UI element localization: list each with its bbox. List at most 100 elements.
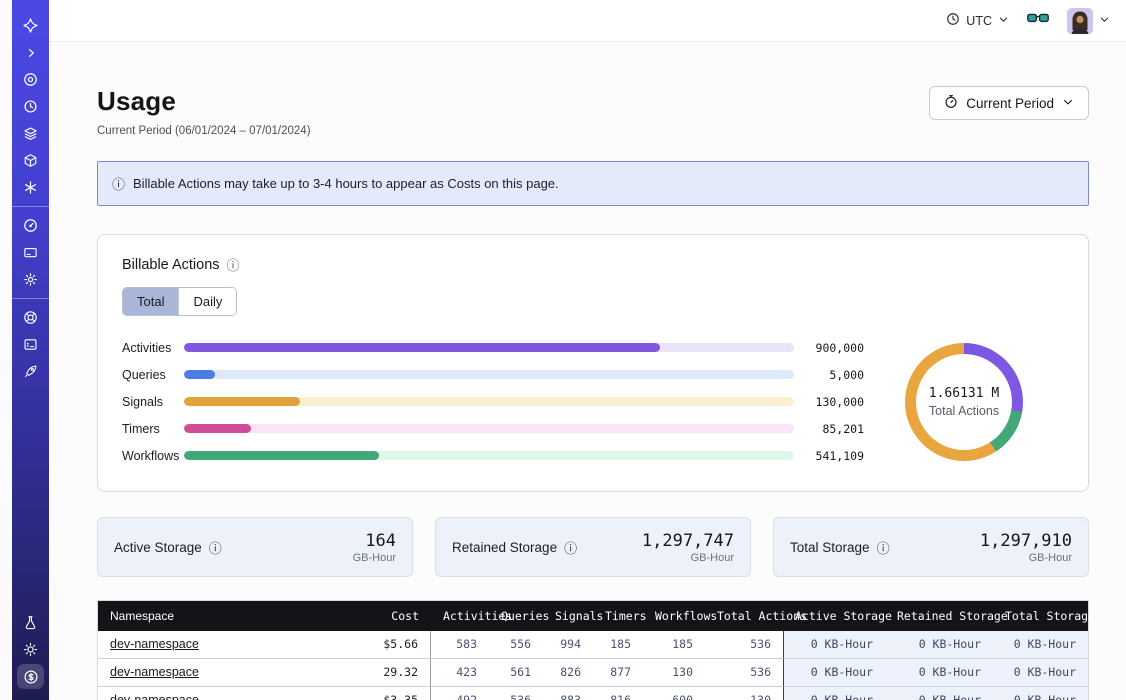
storage-card-label: Total Storage (790, 540, 870, 555)
workflows-cell: 600 (643, 687, 705, 700)
user-menu[interactable] (1067, 8, 1110, 34)
bar-row: Queries 5,000 (122, 361, 864, 388)
bar-row: Activities 900,000 (122, 334, 864, 361)
topbar: UTC (49, 0, 1126, 42)
total-storage-cell: 0 KB-Hour (993, 687, 1088, 700)
total-actions-cell: 130 (705, 687, 783, 700)
bar-label: Workflows (122, 449, 184, 463)
bar-track (184, 370, 794, 379)
bar-value: 85,201 (794, 422, 864, 436)
chevron-down-icon (998, 14, 1009, 28)
col-queries: Queries (489, 601, 543, 631)
storage-summary-row: Active Storageⓘ 164GB-Hour Retained Stor… (97, 517, 1089, 577)
col-workflows: Workflows (643, 601, 705, 631)
chevron-down-icon (1099, 12, 1110, 30)
schedules-icon[interactable] (12, 93, 49, 120)
storage-card-unit: GB-Hour (642, 552, 734, 564)
info-icon[interactable]: ⓘ (227, 255, 240, 274)
total-storage-cell: 0 KB-Hour (993, 659, 1088, 687)
active-storage-cell: 0 KB-Hour (783, 687, 885, 700)
avatar (1067, 8, 1093, 34)
info-icon[interactable]: ⓘ (209, 538, 222, 557)
usage-gauge-icon[interactable] (12, 212, 49, 239)
storage-card-unit: GB-Hour (980, 552, 1072, 564)
namespace-usage-table: Namespace Cost Activities Queries Signal… (97, 600, 1089, 700)
timezone-label: UTC (966, 14, 992, 28)
info-banner: ⓘ Billable Actions may take up to 3-4 ho… (97, 161, 1089, 206)
stopwatch-icon (944, 94, 958, 112)
table-row: dev-namespace 29.32 423 561 826 877 130 … (98, 659, 1088, 687)
bar-track (184, 343, 794, 352)
storage-card-value: 1,297,910 (980, 531, 1072, 551)
bar-fill (184, 343, 660, 352)
queries-cell: 556 (489, 631, 543, 659)
expand-chevron-icon[interactable] (12, 39, 49, 66)
labs-flask-icon[interactable] (12, 609, 49, 636)
support-lifebuoy-icon[interactable] (12, 304, 49, 331)
storage-card-unit: GB-Hour (353, 552, 396, 564)
billable-actions-title: Billable Actions (122, 257, 220, 273)
timezone-selector[interactable]: UTC (946, 12, 1009, 29)
timers-cell: 877 (593, 659, 643, 687)
namespace-link[interactable]: dev-namespace (110, 637, 199, 651)
workflows-cell: 130 (643, 659, 705, 687)
sidebar (12, 0, 49, 700)
total-storage-cell: 0 KB-Hour (993, 631, 1088, 659)
pricing-coin-icon[interactable] (12, 663, 49, 690)
nexus-asterisk-icon[interactable] (12, 174, 49, 201)
storage-card-label: Active Storage (114, 540, 202, 555)
storage-card-value: 164 (353, 531, 396, 551)
bar-value: 900,000 (794, 341, 864, 355)
namespace-link[interactable]: dev-namespace (110, 665, 199, 679)
bar-row: Timers 85,201 (122, 415, 864, 442)
donut-center-label: Total Actions (929, 404, 999, 418)
tab-total[interactable]: Total (123, 288, 178, 315)
bar-label: Signals (122, 395, 184, 409)
temporal-logo-icon[interactable] (12, 12, 49, 39)
main-content: Usage Current Period (06/01/2024 – 07/01… (49, 42, 1126, 700)
feedback-glasses-icon[interactable] (1027, 11, 1049, 31)
namespace-cell: dev-namespace (98, 631, 336, 659)
namespaces-icon[interactable] (12, 66, 49, 93)
sidebar-divider (12, 206, 49, 207)
info-icon[interactable]: ⓘ (564, 538, 577, 557)
theme-sun-icon[interactable] (12, 636, 49, 663)
total-actions-cell: 536 (705, 631, 783, 659)
bar-value: 5,000 (794, 368, 864, 382)
banner-text: Billable Actions may take up to 3-4 hour… (133, 176, 559, 191)
get-started-rocket-icon[interactable] (12, 358, 49, 385)
info-icon[interactable]: ⓘ (877, 538, 890, 557)
col-active-storage: Active Storage (783, 601, 885, 631)
deployments-cube-icon[interactable] (12, 147, 49, 174)
layers-icon[interactable] (12, 120, 49, 147)
billing-card-icon[interactable] (12, 239, 49, 266)
billable-actions-card: Billable Actions ⓘ Total Daily Activitie… (97, 234, 1089, 492)
period-button-label: Current Period (966, 96, 1054, 111)
storage-card-label: Retained Storage (452, 540, 557, 555)
namespace-link[interactable]: dev-namespace (110, 693, 199, 700)
cost-cell: $5.66 (336, 631, 431, 659)
bar-row: Signals 130,000 (122, 388, 864, 415)
active-storage-card: Active Storage ⓘ 164GB-Hour (97, 517, 413, 577)
feedback-terminal-icon[interactable] (12, 331, 49, 358)
cost-cell: $3.35 (336, 687, 431, 700)
retained-storage-cell: 0 KB-Hour (885, 659, 993, 687)
settings-gear-icon[interactable] (12, 266, 49, 293)
retained-storage-cell: 0 KB-Hour (885, 687, 993, 700)
donut-ring: 1.66131 M Total Actions (905, 343, 1023, 461)
period-selector-button[interactable]: Current Period (929, 86, 1089, 120)
activities-cell: 492 (431, 687, 489, 700)
total-storage-card: Total Storage ⓘ 1,297,910GB-Hour (773, 517, 1089, 577)
page-subtitle: Current Period (06/01/2024 – 07/01/2024) (97, 125, 311, 137)
bar-value: 541,109 (794, 449, 864, 463)
bar-row: Workflows 541,109 (122, 442, 864, 469)
page-title: Usage (97, 86, 311, 117)
retained-storage-card: Retained Storageⓘ 1,297,747GB-Hour (435, 517, 751, 577)
signals-cell: 994 (543, 631, 593, 659)
bar-fill (184, 424, 251, 433)
col-total-storage: Total Storage (993, 601, 1088, 631)
col-timers: Timers (593, 601, 643, 631)
billable-actions-bar-chart: Activities 900,000 Queries 5,000 Signals… (122, 334, 864, 469)
tab-daily[interactable]: Daily (178, 288, 236, 315)
bar-track (184, 397, 794, 406)
